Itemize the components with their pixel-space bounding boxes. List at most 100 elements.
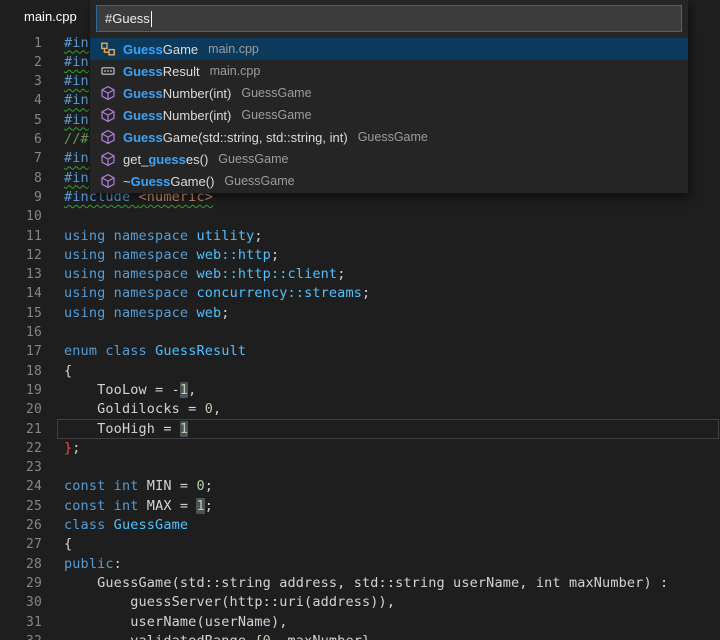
code-token: , maxNumber} [271, 633, 370, 640]
code-token: int [114, 498, 139, 514]
line-number[interactable]: 16 [0, 323, 42, 342]
code-line[interactable]: 17enum class GuessResult [0, 342, 720, 361]
code-token: GuessGame(std::string address, std::stri… [64, 575, 668, 591]
code-line[interactable]: 18 { [0, 362, 720, 381]
line-number[interactable]: 32 [0, 632, 42, 640]
code-token: MIN = [139, 478, 197, 494]
code-token: { [64, 363, 72, 379]
line-number[interactable]: 1 [0, 34, 42, 53]
code-line[interactable]: 30 guessServer(http::uri(address)), [0, 593, 720, 612]
line-number[interactable]: 13 [0, 265, 42, 284]
quickopen-item[interactable]: ~GuessGame()GuessGame [90, 170, 688, 192]
code-line[interactable]: 32 validatedRange {0, maxNumber} [0, 632, 720, 640]
code-token: ; [221, 305, 229, 321]
line-number[interactable]: 21 [0, 420, 42, 439]
line-number[interactable]: 31 [0, 613, 42, 632]
code-text: { [64, 362, 72, 381]
code-line[interactable]: 31 userName(userName), [0, 613, 720, 632]
line-number[interactable]: 15 [0, 304, 42, 323]
quickopen-item[interactable]: get_guesses()GuessGame [90, 148, 688, 170]
code-line[interactable]: 20 Goldilocks = 0, [0, 400, 720, 419]
line-number[interactable]: 5 [0, 111, 42, 130]
symbol-method-icon [100, 173, 116, 189]
code-token: 1 [180, 421, 188, 437]
code-token: #in [64, 92, 89, 108]
line-number[interactable]: 6 [0, 130, 42, 149]
code-line[interactable]: 27 { [0, 535, 720, 554]
code-line[interactable]: 24const int MIN = 0; [0, 477, 720, 496]
line-number[interactable]: 19 [0, 381, 42, 400]
line-number[interactable]: 24 [0, 477, 42, 496]
line-number[interactable]: 22 [0, 439, 42, 458]
code-line[interactable]: 23 [0, 458, 720, 477]
line-number[interactable]: 28 [0, 555, 42, 574]
code-token: , [213, 401, 221, 417]
code-token: #in [64, 170, 89, 186]
code-text: public: [64, 555, 122, 574]
code-text: guessServer(http::uri(address)), [64, 593, 395, 612]
line-number[interactable]: 30 [0, 593, 42, 612]
code-text: #in [64, 91, 89, 110]
code-token: ; [337, 266, 345, 282]
code-line[interactable]: 29 GuessGame(std::string address, std::s… [0, 574, 720, 593]
quick-open-input[interactable]: #Guess [96, 5, 682, 32]
line-number[interactable]: 10 [0, 207, 42, 226]
line-number[interactable]: 17 [0, 342, 42, 361]
code-line[interactable]: 25const int MAX = 1; [0, 497, 720, 516]
code-token [105, 266, 113, 282]
code-text: TooHigh = 1 [64, 420, 188, 439]
code-token: using [64, 285, 105, 301]
code-text: class GuessGame [64, 516, 188, 535]
quickopen-item[interactable]: GuessGamemain.cpp [90, 38, 688, 60]
code-line[interactable]: 13 using namespace web::http::client; [0, 265, 720, 284]
symbol-name: GuessGame(std::string, std::string, int) [123, 130, 348, 145]
line-number[interactable]: 8 [0, 169, 42, 188]
code-token: #in [64, 35, 89, 51]
symbol-location: GuessGame [241, 108, 311, 122]
code-text: using namespace web::http::client; [64, 265, 345, 284]
line-number[interactable]: 2 [0, 53, 42, 72]
code-line[interactable]: 22}; [0, 439, 720, 458]
code-line[interactable]: 19 TooLow = -1, [0, 381, 720, 400]
symbol-name: get_guesses() [123, 152, 208, 167]
code-token: web [196, 305, 221, 321]
code-line[interactable]: 12using namespace web::http; [0, 246, 720, 265]
code-line[interactable]: 11 using namespace utility; [0, 227, 720, 246]
code-line[interactable]: 14using namespace concurrency::streams; [0, 284, 720, 303]
line-number[interactable]: 23 [0, 458, 42, 477]
line-number[interactable]: 7 [0, 149, 42, 168]
line-number[interactable]: 18 [0, 362, 42, 381]
line-number[interactable]: 29 [0, 574, 42, 593]
line-number[interactable]: 3 [0, 72, 42, 91]
code-text: using namespace utility; [64, 227, 263, 246]
code-token: namespace [114, 266, 189, 282]
line-number[interactable]: 4 [0, 91, 42, 110]
line-number[interactable]: 14 [0, 284, 42, 303]
code-line[interactable]: 16 [0, 323, 720, 342]
code-line[interactable]: 28 public: [0, 555, 720, 574]
code-line[interactable]: 10 [0, 207, 720, 226]
code-line[interactable]: 21 TooHigh = 1 [0, 420, 720, 439]
code-line[interactable]: 26 class GuessGame [0, 516, 720, 535]
quickopen-item[interactable]: GuessNumber(int)GuessGame [90, 104, 688, 126]
quickopen-item[interactable]: GuessGame(std::string, std::string, int)… [90, 126, 688, 148]
quickopen-item[interactable]: GuessNumber(int)GuessGame [90, 82, 688, 104]
line-number[interactable]: 20 [0, 400, 42, 419]
line-number[interactable]: 12 [0, 246, 42, 265]
code-token [105, 517, 113, 533]
code-token: { [64, 536, 72, 552]
code-token: public [64, 556, 114, 572]
code-token: : [114, 556, 122, 572]
line-number[interactable]: 11 [0, 227, 42, 246]
line-number[interactable]: 26 [0, 516, 42, 535]
code-token: concurrency::streams [196, 285, 362, 301]
text-cursor [151, 11, 152, 27]
line-number[interactable]: 9 [0, 188, 42, 207]
code-token: GuessGame [114, 517, 189, 533]
code-line[interactable]: 15using namespace web; [0, 304, 720, 323]
line-number[interactable]: 27 [0, 535, 42, 554]
code-token: validatedRange { [64, 633, 263, 640]
code-text: validatedRange {0, maxNumber} [64, 632, 370, 640]
quickopen-item[interactable]: GuessResultmain.cpp [90, 60, 688, 82]
line-number[interactable]: 25 [0, 497, 42, 516]
